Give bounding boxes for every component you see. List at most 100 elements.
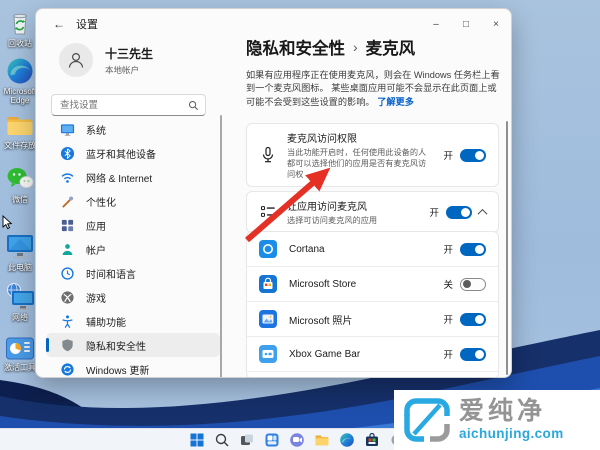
photos-icon [259,310,277,328]
sidebar-item-accounts[interactable]: 帐户 [46,237,220,261]
desktop-icon-this-pc[interactable]: 此电脑 [1,230,39,272]
breadcrumb-separator-icon: › [353,39,358,55]
photos-toggle[interactable] [460,312,486,326]
sidebar-item-personalization[interactable]: 个性化 [46,189,220,213]
search-input[interactable] [58,98,188,112]
sidebar-item-label: 时间和语言 [86,269,136,281]
sidebar-item-gaming[interactable]: 游戏 [46,285,220,309]
sidebar-nav: 系统 蓝牙和其他设备 网络 & Internet 个性化 应用 帐户 时间和语言… [46,117,220,377]
content-scrollbar[interactable] [506,121,508,375]
desktop-icon-activation-tool[interactable]: 激活工具 [1,336,39,372]
edge-taskbar-icon[interactable] [339,432,355,448]
search-taskbar-icon[interactable] [214,432,230,448]
microsoft-store-toggle[interactable] [460,277,486,291]
task-view-icon[interactable] [239,432,255,448]
xbox-game-bar-toggle[interactable] [460,347,486,361]
sidebar-item-privacy-security[interactable]: 隐私和安全性 [46,333,220,357]
bluetooth-icon [60,146,75,160]
sidebar-item-label: 隐私和安全性 [86,341,146,353]
aichunjing-logo-icon [404,398,450,442]
mic-access-card: 麦克风访问权限 当此功能开启时，任何使用此设备的人都可以选择他们的应用是否有麦克… [246,123,499,187]
settings-window: ← 设置 – □ × 十三先生 本地帐户 查找设置 系统 蓝牙和其他设备 网络 … [35,8,512,378]
app-row-microsoft-store: Microsoft Store 关 [247,266,498,301]
user-account-block: 十三先生 本地帐户 [59,43,153,77]
microphone-icon [262,146,274,163]
back-button[interactable]: ← [48,14,70,34]
app-row-xbox-game-bar: Xbox Game Bar 开 [247,336,498,371]
wifi-icon [61,172,74,183]
activation-tool-icon [6,337,34,360]
app-row-clipped [247,371,498,377]
desktop-icon-wechat[interactable]: 微信 [1,164,39,204]
app-name: Microsoft Store [289,278,357,290]
chevron-up-icon[interactable] [477,208,488,219]
watermark-brand: 爱纯净 [459,397,547,426]
sidebar-item-network-internet[interactable]: 网络 & Internet [46,165,220,189]
desktop-icon-label: Microsoft Edge [3,87,37,106]
breadcrumb-parent[interactable]: 隐私和安全性 [246,35,345,59]
sidebar-item-apps[interactable]: 应用 [46,213,220,237]
store-taskbar-icon[interactable] [364,432,380,448]
app-row-microsoft-photos: Microsoft 照片 开 [247,301,498,336]
update-icon [61,362,74,376]
learn-more-link[interactable]: 了解更多 [377,97,414,107]
search-icon [188,100,199,110]
desktop-icon-edge[interactable]: Microsoft Edge [1,56,39,105]
account-type: 本地帐户 [105,64,140,75]
search-box[interactable] [51,94,206,116]
sidebar-item-label: 网络 & Internet [86,173,153,185]
intro-text: 如果有应用程序正在使用麦克风，则会在 Windows 任务栏上看到一个麦克风图标… [246,69,501,109]
app-state-label: 开 [443,350,453,361]
start-button-icon[interactable] [189,432,205,448]
person-icon [68,52,84,68]
this-pc-icon [7,235,33,259]
folder-icon [7,117,33,135]
app-access-card: 让应用访问麦克风 选择可访问麦克风的应用 开 [246,191,499,233]
desktop-icon-label: 此电脑 [8,263,32,272]
edge-icon [7,58,33,84]
taskbar-icons [189,432,405,448]
system-icon [60,123,75,136]
app-state-label: 开 [443,245,453,256]
xbox-icon [61,290,74,304]
app-list-icon [261,206,275,217]
sidebar-item-windows-update[interactable]: Windows 更新 [46,357,220,377]
app-permission-list: Cortana 开 Microsoft Store 关 Microsoft 照片… [246,231,499,377]
cortana-toggle[interactable] [460,242,486,256]
watermark-domain: aichunjing.com [459,426,564,442]
chat-icon[interactable] [289,432,305,448]
file-explorer-icon[interactable] [314,432,330,448]
apps-grid-icon [61,219,74,231]
mic-access-toggle[interactable] [460,148,486,162]
desktop-icon-label: 微信 [12,195,28,204]
app-state-label: 开 [443,315,453,326]
sidebar-item-system[interactable]: 系统 [46,117,220,141]
desktop-icon-label: 激活工具 [4,363,36,372]
microsoft-store-icon [259,275,277,293]
desktop-icon-folder[interactable]: 文件存放 [1,112,39,150]
sidebar-item-time-language[interactable]: 时间和语言 [46,261,220,285]
widgets-icon[interactable] [264,432,280,448]
sidebar-scrollbar[interactable] [220,115,222,377]
desktop-icon-label: 网络 [12,313,28,322]
app-state-label: 关 [443,280,453,291]
sidebar-item-accessibility[interactable]: 辅助功能 [46,309,220,333]
mouse-cursor [2,215,13,230]
sidebar-item-label: 辅助功能 [86,317,126,329]
sidebar-item-label: 蓝牙和其他设备 [86,149,156,161]
page-title: 麦克风 [365,40,416,58]
intro-body: 如果有应用程序正在使用麦克风，则会在 Windows 任务栏上看到一个麦克风图标… [246,70,500,107]
sidebar-item-label: 系统 [86,125,106,137]
app-access-toggle[interactable] [446,205,472,219]
sidebar-item-label: 个性化 [86,197,116,209]
accessibility-icon [62,314,73,328]
watermark: 爱纯净 aichunjing.com [394,390,600,450]
desktop-icon-network[interactable]: 网络 [1,282,39,322]
paintbrush-icon [62,195,74,208]
sidebar-item-bluetooth-devices[interactable]: 蓝牙和其他设备 [46,141,220,165]
app-name: Xbox Game Bar [289,348,361,360]
sidebar-item-label: 帐户 [86,245,106,257]
desktop-icon-label: 文件存放 [4,141,36,150]
desktop-icon-recycle-bin[interactable]: 回收站 [1,8,39,48]
sidebar-item-label: Windows 更新 [86,365,150,377]
